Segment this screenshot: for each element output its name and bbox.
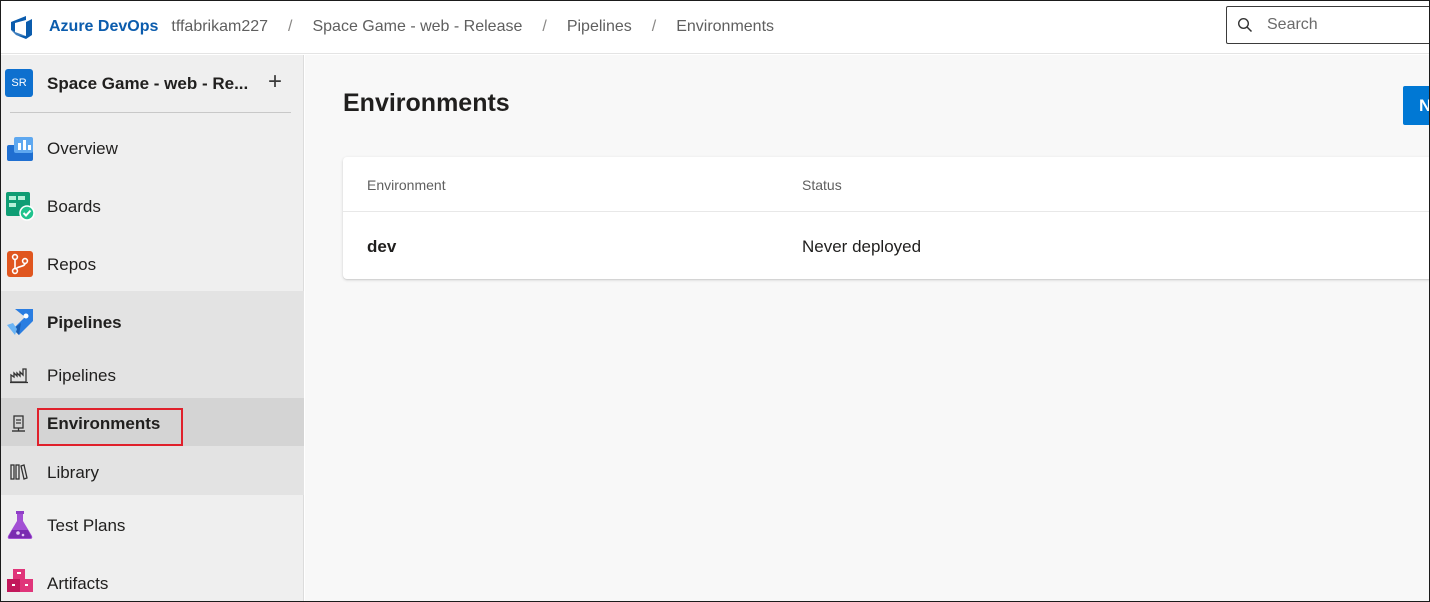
sidebar-item-label: Test Plans — [47, 516, 126, 535]
environments-table: Environment Status dev Never deployed — [343, 157, 1430, 279]
sidebar-item-label: Artifacts — [47, 574, 109, 593]
sidebar-item-label: Boards — [47, 197, 101, 216]
table-row[interactable]: dev Never deployed — [343, 212, 1430, 279]
sidebar-item-label: Environments — [47, 414, 161, 433]
artifacts-icon — [5, 567, 35, 597]
pipelines-sub-icon — [9, 365, 29, 385]
brand-name: Azure DevOps — [49, 17, 159, 35]
environments-icon — [9, 414, 29, 434]
brand-home-link[interactable]: Azure DevOps — [0, 0, 158, 54]
sidebar-item-environments[interactable]: Environments — [0, 406, 304, 442]
environment-name[interactable]: dev — [367, 237, 396, 257]
project-avatar: SR — [5, 69, 33, 97]
breadcrumb-separator: / — [288, 17, 293, 35]
sidebar-item-artifacts[interactable]: Artifacts — [0, 565, 304, 601]
sidebar-item-repos[interactable]: Repos — [0, 246, 304, 282]
page-title: Environments — [343, 89, 510, 117]
environment-status: Never deployed — [802, 237, 922, 256]
search-input-placeholder[interactable]: Search — [1267, 16, 1318, 34]
boards-icon — [5, 191, 35, 221]
repos-icon — [5, 249, 35, 279]
pipelines-icon — [5, 307, 35, 337]
project-header[interactable]: SR Space Game - web - Re... + — [0, 55, 304, 112]
column-header-environment: Environment — [367, 177, 446, 193]
search-box[interactable]: Search — [1226, 6, 1430, 44]
sidebar-item-label: Repos — [47, 255, 97, 274]
sidebar-item-label: Overview — [47, 139, 118, 158]
sidebar-divider — [10, 112, 291, 113]
breadcrumb: tffabrikam227 / Space Game - web - Relea… — [171, 0, 774, 54]
sidebar-item-test-plans[interactable]: Test Plans — [0, 507, 304, 543]
sidebar-item-boards[interactable]: Boards — [0, 188, 304, 224]
search-icon — [1237, 17, 1253, 33]
project-name[interactable]: Space Game - web - Re... — [47, 74, 248, 94]
new-environment-button[interactable]: N — [1403, 86, 1430, 125]
test-plans-icon — [5, 510, 35, 540]
sidebar: SR Space Game - web - Re... + Overview B… — [0, 55, 304, 602]
sidebar-item-label: Library — [47, 463, 99, 482]
breadcrumb-project[interactable]: Space Game - web - Release — [312, 18, 522, 36]
column-header-status: Status — [802, 177, 842, 193]
breadcrumb-pipelines[interactable]: Pipelines — [567, 18, 632, 36]
sidebar-item-library[interactable]: Library — [0, 454, 304, 490]
main-content: Environments N Environment Status dev Ne… — [305, 55, 1430, 602]
sidebar-item-overview[interactable]: Overview — [0, 130, 304, 166]
sidebar-item-label: Pipelines — [47, 366, 116, 385]
library-icon — [9, 462, 29, 482]
sidebar-item-label: Pipelines — [47, 313, 122, 332]
breadcrumb-separator: / — [542, 17, 547, 35]
sidebar-item-pipelines[interactable]: Pipelines — [0, 357, 304, 393]
top-bar: Azure DevOps tffabrikam227 / Space Game … — [0, 0, 1430, 54]
breadcrumb-environments[interactable]: Environments — [676, 18, 774, 36]
breadcrumb-organization[interactable]: tffabrikam227 — [171, 18, 268, 36]
add-icon[interactable]: + — [264, 69, 286, 95]
breadcrumb-separator: / — [651, 17, 657, 35]
sidebar-item-pipelines-hub[interactable]: Pipelines — [0, 304, 304, 340]
overview-icon — [5, 133, 35, 163]
azure-devops-logo-icon — [8, 14, 34, 40]
